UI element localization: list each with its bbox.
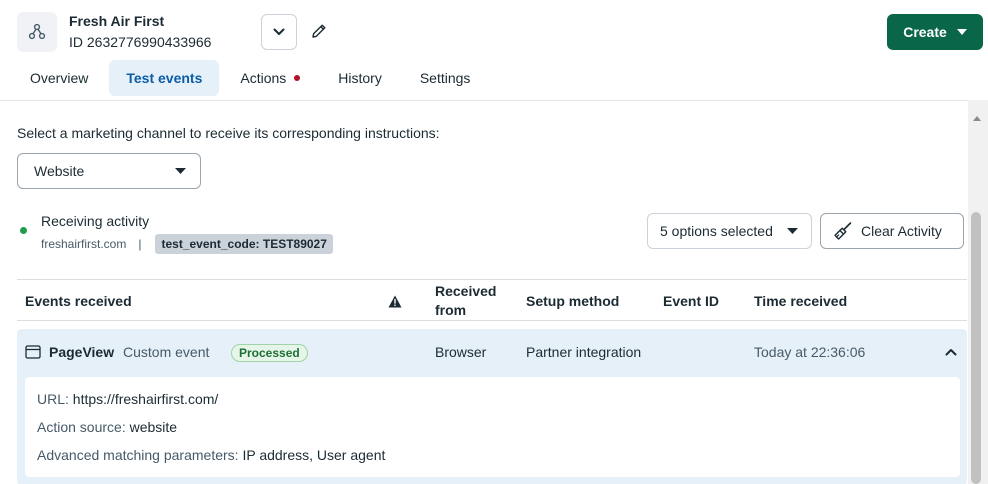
column-events-received: Events received (25, 292, 132, 309)
status-badge: Processed (231, 344, 308, 362)
channel-prompt: Select a marketing channel to receive it… (17, 125, 440, 141)
activity-title: Receiving activity (41, 213, 150, 229)
event-details: URL: https://freshairfirst.com/ Action s… (25, 377, 960, 477)
filter-selected-label: 5 options selected (660, 223, 773, 239)
dataset-id: ID 2632776990433966 (69, 34, 212, 50)
edit-name-button[interactable] (306, 18, 332, 44)
test-events-panel: Select a marketing channel to receive it… (0, 100, 968, 484)
tab-bar: Overview Test events Actions History Set… (13, 60, 487, 96)
tab-label: Actions (240, 70, 287, 86)
detail-action-source: Action source: website (37, 417, 948, 445)
tab-overview[interactable]: Overview (13, 60, 105, 96)
tab-settings[interactable]: Settings (403, 60, 488, 96)
dataset-switch-button[interactable] (261, 14, 297, 50)
tab-history[interactable]: History (321, 60, 399, 96)
scrollbar-thumb[interactable] (971, 212, 981, 484)
test-event-code-badge: test_event_code: TEST89027 (155, 234, 333, 254)
time-received-value: Today at 22:36:06 (754, 344, 866, 360)
event-type: Custom event (123, 344, 210, 360)
detail-matching-params: Advanced matching parameters: IP address… (37, 445, 948, 473)
channel-selected-value: Website (34, 163, 85, 179)
browser-window-icon (25, 329, 41, 375)
create-button-label: Create (903, 24, 947, 40)
clear-activity-button[interactable]: Clear Activity (820, 213, 964, 249)
caret-down-icon (956, 29, 967, 35)
row-summary[interactable]: PageView Custom event Processed Browser … (17, 329, 967, 375)
pencil-icon (312, 24, 326, 38)
tab-actions[interactable]: Actions (223, 60, 317, 96)
column-received-from: Received from (435, 283, 497, 318)
broom-icon (834, 222, 852, 240)
activity-meta: freshairfirst.com | test_event_code: TES… (41, 234, 333, 254)
vertical-scrollbar[interactable] (968, 100, 988, 484)
column-setup-method: Setup method (526, 292, 620, 309)
caret-down-icon (175, 168, 186, 174)
clear-activity-label: Clear Activity (861, 223, 942, 239)
detail-value: website (129, 419, 178, 435)
tab-label: Overview (30, 70, 89, 86)
column-time-received: Time received (754, 292, 848, 309)
detail-url: URL: https://freshairfirst.com/ (37, 389, 948, 417)
detail-key: URL: (37, 391, 69, 407)
event-name: PageView (49, 344, 115, 360)
channel-select[interactable]: Website (17, 153, 201, 189)
chevron-down-icon (273, 28, 285, 35)
event-filter-select[interactable]: 5 options selected (647, 213, 812, 249)
status-dot (20, 227, 27, 234)
activity-domain: freshairfirst.com (41, 237, 127, 251)
detail-key: Action source: (37, 419, 126, 435)
separator: | (138, 237, 142, 251)
page-header: Fresh Air First ID 2632776990433966 Crea… (0, 0, 988, 100)
detail-value: https://freshairfirst.com/ (72, 391, 219, 407)
column-event-id: Event ID (663, 292, 720, 309)
tab-label: History (338, 70, 382, 86)
notification-dot (294, 75, 301, 81)
scroll-up-arrow-icon[interactable] (973, 116, 981, 121)
tab-label: Test events (126, 70, 203, 86)
create-button[interactable]: Create (887, 14, 983, 50)
dataset-name: Fresh Air First (69, 13, 165, 29)
table-header: Events received Received from Setup meth… (17, 279, 967, 321)
tab-label: Settings (419, 70, 471, 86)
warning-icon (388, 280, 402, 322)
events-table: Events received Received from Setup meth… (17, 279, 967, 484)
caret-down-icon (787, 228, 798, 234)
tab-test-events[interactable]: Test events (109, 60, 220, 96)
table-row[interactable]: PageView Custom event Processed Browser … (17, 329, 967, 484)
setup-method-value: Partner integration (526, 344, 642, 360)
received-from-value: Browser (435, 344, 487, 360)
dataset-icon (17, 12, 57, 52)
detail-key: Advanced matching parameters: (37, 447, 239, 463)
chevron-up-icon[interactable] (945, 329, 957, 375)
detail-value: IP address, User agent (242, 447, 386, 463)
